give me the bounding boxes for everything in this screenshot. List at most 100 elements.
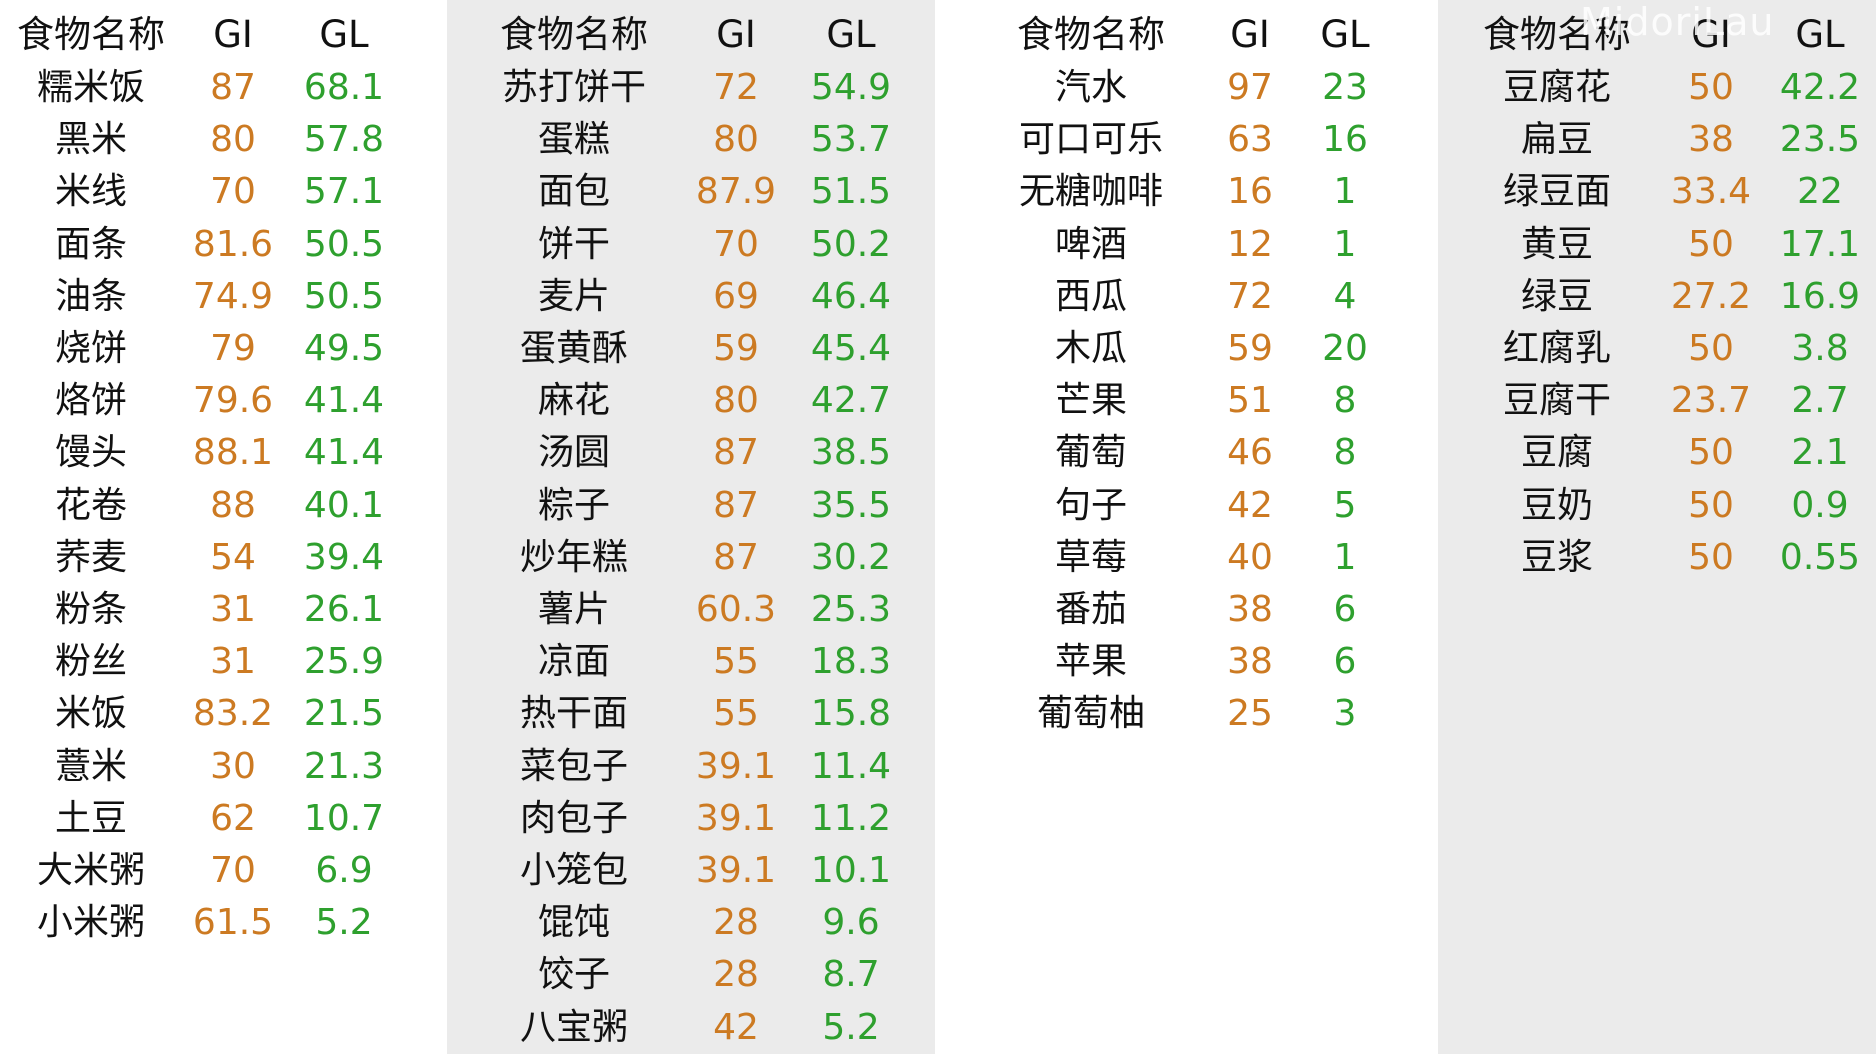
gl-value: 46.4 <box>810 276 892 317</box>
gl-value: 42.7 <box>810 380 892 421</box>
food-name: 面包 <box>537 171 611 212</box>
header-gl: GL <box>319 13 369 56</box>
gi-value: 40 <box>1227 537 1273 578</box>
gl-value: 35.5 <box>810 485 892 526</box>
food-name: 西瓜 <box>1054 276 1128 317</box>
gl-value: 21.5 <box>303 693 385 734</box>
food-name: 蛋黄酥 <box>519 328 629 369</box>
gl-value: 25.9 <box>303 641 385 682</box>
gl-value: 45.4 <box>810 328 892 369</box>
gi-value: 33.4 <box>1670 171 1752 212</box>
gi-value: 61.5 <box>192 902 274 943</box>
gi-value: 39.1 <box>695 850 777 891</box>
gl-value: 11.2 <box>810 798 892 839</box>
gi-value: 50 <box>1688 328 1734 369</box>
gi-value: 31 <box>210 641 256 682</box>
gi-value: 62 <box>210 798 256 839</box>
gi-value: 38 <box>1688 119 1734 160</box>
gl-value: 57.8 <box>303 119 385 160</box>
food-name: 油条 <box>54 276 128 317</box>
gi-value: 55 <box>713 693 759 734</box>
food-name: 菜包子 <box>519 746 629 787</box>
watermark-text: MidoriLau <box>1580 0 1775 44</box>
food-name: 饺子 <box>537 954 611 995</box>
gl-value: 38.5 <box>810 432 892 473</box>
food-name: 米饭 <box>54 693 128 734</box>
gl-value: 8 <box>1333 380 1357 421</box>
gi-value: 72 <box>713 67 759 108</box>
gl-value: 10.1 <box>810 850 892 891</box>
gi-value: 80 <box>210 119 256 160</box>
gi-value: 50 <box>1688 224 1734 265</box>
table-panel-drinks-fruits: 食物名称 GI GL 汽水 97 23 可口可乐 63 16 无糖咖啡 16 1 啤酒 12 1 西瓜 7… <box>935 0 1438 1054</box>
food-name: 可口可乐 <box>1018 119 1164 160</box>
header-food-name: 食物名称 <box>1017 13 1165 56</box>
gi-value: 30 <box>210 746 256 787</box>
gl-value: 1 <box>1333 537 1357 578</box>
gl-value: 50.5 <box>303 224 385 265</box>
gl-value: 0.55 <box>1779 537 1861 578</box>
food-name: 大米粥 <box>36 850 146 891</box>
gl-value: 11.4 <box>810 746 892 787</box>
gl-value: 15.8 <box>810 693 892 734</box>
gi-value: 81.6 <box>192 224 274 265</box>
food-name: 小米粥 <box>36 902 146 943</box>
gl-value: 10.7 <box>303 798 385 839</box>
food-name: 无糖咖啡 <box>1018 171 1164 212</box>
food-name: 粉条 <box>54 589 128 630</box>
food-name: 花卷 <box>54 485 128 526</box>
gi-value: 27.2 <box>1670 276 1752 317</box>
gi-value: 38 <box>1227 589 1273 630</box>
gi-value: 50 <box>1688 67 1734 108</box>
food-name: 炒年糕 <box>519 537 629 578</box>
gi-value: 50 <box>1688 485 1734 526</box>
gl-value: 17.1 <box>1779 224 1861 265</box>
gl-value: 41.4 <box>303 380 385 421</box>
gl-value: 42.2 <box>1779 67 1861 108</box>
gi-value: 54 <box>210 537 256 578</box>
gi-value: 12 <box>1227 224 1273 265</box>
gl-value: 40.1 <box>303 485 385 526</box>
food-name: 豆奶 <box>1520 485 1594 526</box>
gi-value: 88.1 <box>192 432 274 473</box>
gl-value: 9.6 <box>822 902 880 943</box>
gl-value: 23.5 <box>1779 119 1861 160</box>
food-name: 热干面 <box>519 693 629 734</box>
gi-value: 50 <box>1688 432 1734 473</box>
gi-value: 70 <box>713 224 759 265</box>
food-name: 糯米饭 <box>36 67 146 108</box>
food-name: 肉包子 <box>519 798 629 839</box>
gi-value: 16 <box>1227 171 1273 212</box>
food-name: 面条 <box>54 224 128 265</box>
gi-value: 59 <box>1227 328 1273 369</box>
header-gl: GL <box>1320 13 1370 56</box>
food-name: 汽水 <box>1054 67 1128 108</box>
gi-value: 87 <box>713 432 759 473</box>
gl-value: 68.1 <box>303 67 385 108</box>
gl-value: 0.9 <box>1791 485 1849 526</box>
gl-value: 50.5 <box>303 276 385 317</box>
food-name: 粉丝 <box>54 641 128 682</box>
gi-value: 83.2 <box>192 693 274 734</box>
gl-value: 6.9 <box>315 850 373 891</box>
food-name: 八宝粥 <box>519 1007 629 1048</box>
gi-value: 80 <box>713 119 759 160</box>
gi-value: 63 <box>1227 119 1273 160</box>
gl-value: 6 <box>1333 589 1357 630</box>
gi-value: 72 <box>1227 276 1273 317</box>
gl-value: 20 <box>1322 328 1368 369</box>
food-name: 苏打饼干 <box>501 67 647 108</box>
header-food-name: 食物名称 <box>500 13 648 56</box>
gl-value: 5 <box>1333 485 1357 526</box>
food-name: 番茄 <box>1054 589 1128 630</box>
gl-value: 41.4 <box>303 432 385 473</box>
gl-value: 39.4 <box>303 537 385 578</box>
food-name: 豆腐干 <box>1502 380 1612 421</box>
gl-value: 53.7 <box>810 119 892 160</box>
food-name: 麻花 <box>537 380 611 421</box>
gl-value: 3.8 <box>1791 328 1849 369</box>
food-name: 红腐乳 <box>1502 328 1612 369</box>
food-name: 饼干 <box>537 224 611 265</box>
gl-value: 22 <box>1797 171 1843 212</box>
gi-value: 50 <box>1688 537 1734 578</box>
